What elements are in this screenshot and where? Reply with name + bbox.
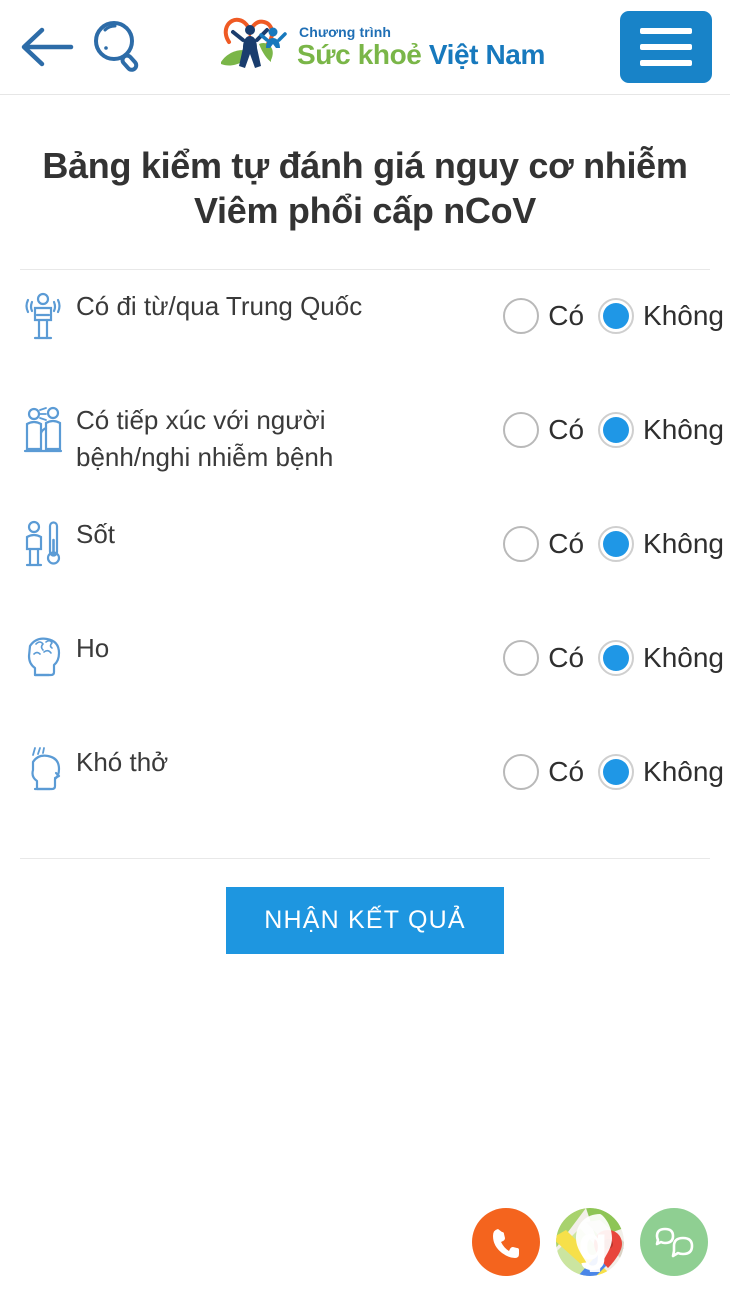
radio-no[interactable] <box>598 298 635 334</box>
chat-button[interactable] <box>640 1208 708 1276</box>
radio-no[interactable] <box>598 754 635 790</box>
radio-option-yes[interactable]: Có <box>503 526 584 562</box>
question-options: Có Không <box>503 754 724 790</box>
get-result-button[interactable]: NHẬN KẾT QUẢ <box>226 887 504 954</box>
head-breathing-icon <box>20 746 66 798</box>
radio-yes-label: Có <box>548 300 585 331</box>
question-row: Khó thở Có Không <box>20 726 724 840</box>
question-options: Có Không <box>503 298 724 334</box>
back-arrow-icon[interactable] <box>18 24 76 70</box>
radio-yes[interactable] <box>503 526 540 562</box>
radio-option-no[interactable]: Không <box>598 754 724 790</box>
logo-name-part1: Sức khoẻ <box>297 39 422 70</box>
radio-option-yes[interactable]: Có <box>503 298 584 334</box>
radio-option-yes[interactable]: Có <box>503 754 584 790</box>
radio-no-label: Không <box>643 756 724 787</box>
health-program-logo-icon <box>219 16 291 78</box>
logo-program-text: Chương trình <box>299 24 392 40</box>
radio-no-label: Không <box>643 300 724 331</box>
questions-divider <box>20 858 710 859</box>
floating-action-buttons: g <box>472 1208 708 1276</box>
app-header: Chương trình Sức khoẻ Việt Nam <box>0 0 730 95</box>
question-text: Có đi từ/qua Trung Quốc <box>76 291 363 321</box>
question-options: Có Không <box>503 640 724 676</box>
search-icon[interactable] <box>88 17 144 77</box>
radio-option-no[interactable]: Không <box>598 640 724 676</box>
radio-no-label: Không <box>643 414 724 445</box>
radio-yes[interactable] <box>503 754 540 790</box>
phone-call-button[interactable] <box>472 1208 540 1276</box>
radio-yes-label: Có <box>548 414 585 445</box>
submit-area: NHẬN KẾT QUẢ <box>0 887 730 954</box>
radio-option-no[interactable]: Không <box>598 412 724 448</box>
header-left-actions <box>18 17 144 77</box>
site-logo[interactable]: Chương trình Sức khoẻ Việt Nam <box>144 16 620 78</box>
question-row: Sốt Có Không <box>20 498 724 612</box>
svg-text:g: g <box>578 1218 607 1271</box>
app-page: Chương trình Sức khoẻ Việt Nam Bảng kiểm… <box>0 0 730 1298</box>
checklist-questions: Có đi từ/qua Trung Quốc Có Không Có tiếp… <box>0 270 730 840</box>
radio-no[interactable] <box>598 640 635 676</box>
radio-no[interactable] <box>598 412 635 448</box>
radio-option-yes[interactable]: Có <box>503 412 584 448</box>
question-row: Ho Có Không <box>20 612 724 726</box>
phone-icon <box>488 1224 524 1260</box>
radio-no-label: Không <box>643 642 724 673</box>
two-people-contact-icon <box>20 404 66 456</box>
radio-no[interactable] <box>598 526 635 562</box>
question-options: Có Không <box>503 412 724 448</box>
question-text: Có tiếp xúc với người bệnh/nghi nhiễm bệ… <box>76 405 334 472</box>
radio-option-no[interactable]: Không <box>598 526 724 562</box>
radio-option-yes[interactable]: Có <box>503 640 584 676</box>
question-options: Có Không <box>503 526 724 562</box>
map-directions-button[interactable]: g <box>556 1208 624 1276</box>
head-cough-icon <box>20 632 66 684</box>
question-text: Ho <box>76 633 110 663</box>
question-text: Sốt <box>76 519 116 549</box>
page-title: Bảng kiểm tự đánh giá nguy cơ nhiễm Viêm… <box>42 145 688 231</box>
chat-bubbles-icon <box>654 1225 694 1259</box>
question-row: Có tiếp xúc với người bệnh/nghi nhiễm bệ… <box>20 384 724 498</box>
radio-yes[interactable] <box>503 640 540 676</box>
menu-bar <box>640 60 692 66</box>
logo-name-part2: Việt Nam <box>428 39 546 70</box>
question-row: Có đi từ/qua Trung Quốc Có Không <box>20 270 724 384</box>
radio-yes-label: Có <box>548 642 585 673</box>
radio-no-label: Không <box>643 528 724 559</box>
radio-yes[interactable] <box>503 412 540 448</box>
question-text: Khó thở <box>76 747 169 777</box>
radio-option-no[interactable]: Không <box>598 298 724 334</box>
google-maps-icon: g <box>556 1208 624 1276</box>
radio-yes-label: Có <box>548 756 585 787</box>
radio-yes-label: Có <box>548 528 585 559</box>
hamburger-menu-icon[interactable] <box>620 11 712 83</box>
menu-bar <box>640 28 692 34</box>
traveler-person-icon <box>20 290 66 342</box>
thermometer-fever-icon <box>20 518 66 570</box>
radio-yes[interactable] <box>503 298 540 334</box>
menu-bar <box>640 44 692 50</box>
